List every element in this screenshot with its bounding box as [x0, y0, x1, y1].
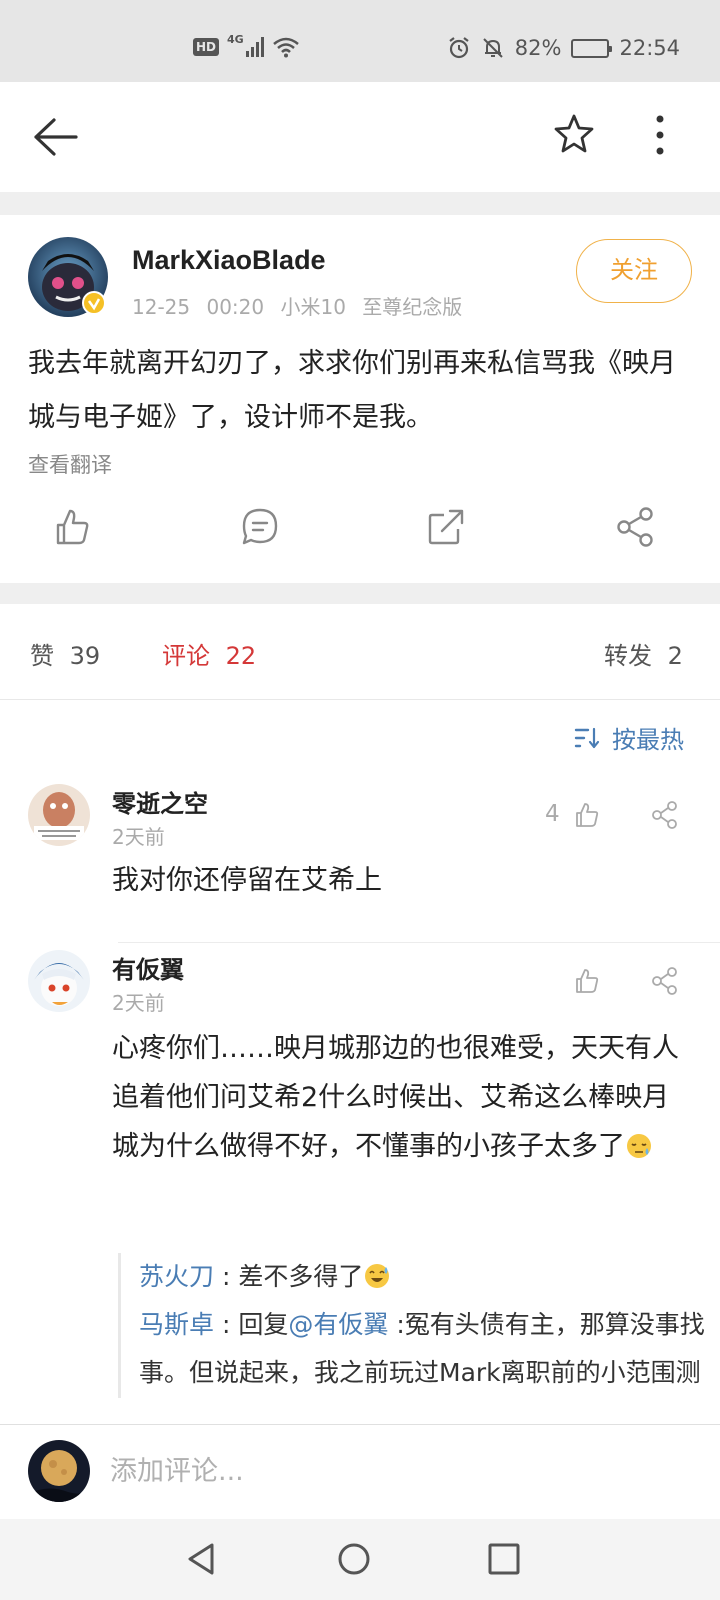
commenter-avatar[interactable]	[28, 950, 90, 1012]
comment-input[interactable]	[110, 1449, 670, 1493]
commenter-name[interactable]: 有仮翼	[112, 950, 184, 985]
post-text: 我去年就离开幻刃了，求求你们别再来私信骂我《映月城与电子姬》了，设计师不是我。	[28, 348, 676, 433]
follow-button[interactable]: 关注	[576, 239, 692, 303]
reply-thread[interactable]: 苏火刀 : 差不多得了 马斯卓 : 回复@有仮翼 :冤有头债有主，那算没事找事。…	[118, 1253, 708, 1398]
share-icon[interactable]	[614, 505, 658, 549]
tab-reposts[interactable]: 转发 2	[604, 636, 683, 671]
like-icon[interactable]	[50, 505, 94, 549]
stats-bar: 赞 39 评论 22 转发 2	[0, 604, 720, 700]
reply-text: 差不多得了	[238, 1262, 364, 1291]
network-type: 4G	[227, 32, 244, 46]
commenter-avatar[interactable]	[28, 784, 90, 846]
comment-like-count: 4	[545, 801, 560, 827]
post-card: MarkXiaoBlade 12-25 00:20 小米10 至尊纪念版 关注 …	[0, 215, 720, 583]
tab-comments[interactable]: 评论 22	[162, 636, 256, 671]
comment-time: 2天前	[112, 991, 165, 1015]
sort-icon	[574, 727, 600, 748]
signal-icon	[245, 37, 264, 57]
reply-item: 马斯卓 : 回复@有仮翼 :冤有头债有主，那算没事找事。但说起来，我之前玩过Ma…	[139, 1301, 708, 1398]
translate-link[interactable]: 查看翻译	[28, 449, 112, 479]
star-icon[interactable]	[552, 112, 596, 156]
wifi-icon	[272, 37, 299, 58]
comment-share-icon[interactable]	[650, 800, 680, 830]
nav-recents-icon[interactable]	[484, 1539, 524, 1579]
battery-icon	[571, 38, 613, 58]
hd-icon: HD	[193, 38, 220, 56]
reply-mention[interactable]: @有仮翼	[288, 1310, 388, 1339]
clock: 22:54	[619, 36, 680, 60]
comment-share-icon[interactable]	[650, 966, 680, 996]
comment-text: 我对你还停留在艾希上	[112, 865, 382, 896]
reply-user[interactable]: 马斯卓	[139, 1310, 214, 1339]
status-bar: HD 4G 82% 22:54	[0, 0, 720, 82]
sort-button[interactable]: 按最热	[574, 720, 684, 755]
comment-input-bar	[0, 1424, 720, 1519]
comment-time: 2天前	[112, 825, 165, 849]
post-meta: 12-25 00:20 小米10 至尊纪念版	[132, 291, 462, 320]
author-name[interactable]: MarkXiaoBlade	[132, 245, 326, 276]
nav-home-icon[interactable]	[334, 1539, 374, 1579]
nav-back-icon[interactable]	[182, 1539, 222, 1579]
back-arrow-icon[interactable]	[30, 114, 80, 160]
comment-icon[interactable]	[238, 505, 282, 549]
status-right: 82% 22:54	[447, 36, 680, 60]
more-vertical-icon[interactable]	[650, 112, 670, 158]
system-nav-bar	[0, 1519, 720, 1600]
top-nav-bar	[0, 82, 720, 192]
sleepy-emoji-icon	[627, 1134, 651, 1158]
reply-user[interactable]: 苏火刀	[139, 1262, 214, 1291]
comment-like-icon[interactable]	[572, 800, 602, 830]
post-device: 小米10 至尊纪念版	[280, 295, 463, 319]
section-gap	[0, 192, 720, 215]
status-left: HD 4G	[193, 32, 300, 58]
alarm-icon	[449, 37, 469, 59]
post-time: 12-25 00:20	[132, 295, 265, 319]
commenter-name[interactable]: 零逝之空	[112, 784, 208, 819]
sweat-smile-emoji-icon	[365, 1264, 390, 1288]
reply-item: 苏火刀 : 差不多得了	[139, 1253, 708, 1301]
comment-text: 心疼你们……映月城那边的也很难受，天天有人追着他们问艾希2什么时候出、艾希这么棒…	[112, 1033, 679, 1162]
my-avatar[interactable]	[28, 1440, 90, 1502]
section-gap	[0, 583, 720, 604]
tab-likes[interactable]: 赞 39	[30, 636, 100, 671]
comment-like-icon[interactable]	[572, 966, 602, 996]
mute-bell-icon	[483, 38, 503, 58]
battery-percent: 82%	[514, 36, 562, 60]
sort-label: 按最热	[612, 726, 684, 754]
repost-icon[interactable]	[424, 505, 468, 549]
comment-divider	[118, 942, 720, 943]
verified-badge-icon	[82, 291, 106, 315]
